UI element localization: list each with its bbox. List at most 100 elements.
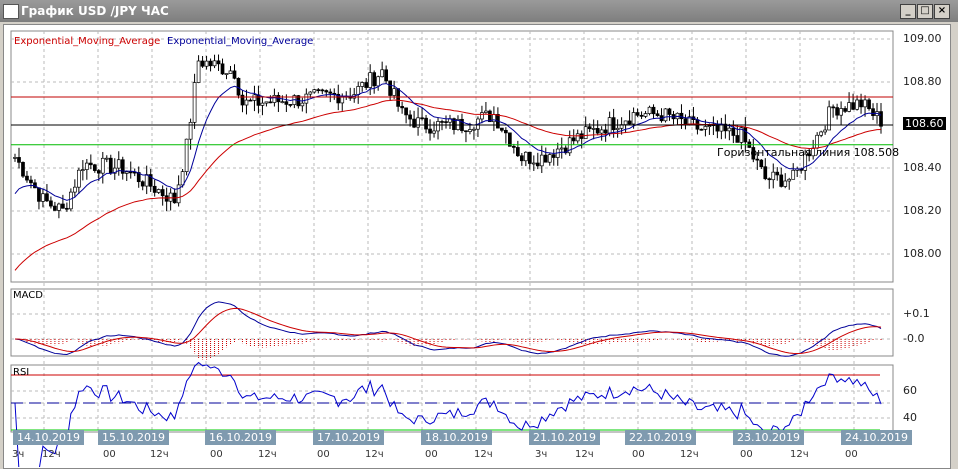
candle-body <box>268 101 273 104</box>
candle-body <box>96 170 101 174</box>
candle-body <box>771 171 776 181</box>
time-label: 00 <box>845 449 858 460</box>
price-tick: 108.20 <box>903 204 942 217</box>
candle-body <box>535 162 540 167</box>
candle-body <box>655 113 660 116</box>
candle-body <box>208 60 213 67</box>
candle-body <box>587 126 592 130</box>
candle-body <box>468 129 472 132</box>
candle-body <box>104 157 109 160</box>
candle-body <box>731 127 736 136</box>
candle-body <box>65 207 69 210</box>
candle-body <box>236 77 241 96</box>
candle-body <box>408 114 412 120</box>
candle-body <box>683 118 688 125</box>
candle-body <box>128 171 133 174</box>
candle-body <box>839 108 843 116</box>
time-label: 12ч <box>575 449 594 460</box>
price-tick: 109.00 <box>903 32 942 45</box>
candle-body <box>37 187 41 202</box>
candle-body <box>663 108 668 122</box>
candle-body <box>192 82 197 123</box>
candle-body <box>639 114 644 117</box>
candle-body <box>84 162 89 170</box>
candle-body <box>559 147 564 150</box>
candle-body <box>69 191 73 210</box>
rsi-tick: 60 <box>903 384 917 397</box>
candle-body <box>196 60 201 83</box>
candle-body <box>248 99 253 102</box>
candle-body <box>831 106 835 109</box>
candle-body <box>220 63 225 75</box>
candle-body <box>523 151 528 162</box>
date-label: 23.10.2019 <box>733 430 804 445</box>
legend-ema-blue: Exponential_Moving_Average <box>167 36 314 47</box>
candle-body <box>863 99 867 108</box>
candle-body <box>200 60 205 67</box>
candle-body <box>244 99 249 106</box>
candle-body <box>21 161 25 177</box>
candle-body <box>124 171 129 174</box>
candle-body <box>360 82 365 87</box>
candle-body <box>707 125 712 127</box>
candle-body <box>364 82 369 88</box>
time-label: 12ч <box>790 449 809 460</box>
candle-body <box>519 155 524 162</box>
candle-body <box>851 102 855 110</box>
candle-body <box>388 80 392 96</box>
candle-body <box>45 193 49 202</box>
candle-body <box>340 96 345 104</box>
candle-body <box>224 73 229 75</box>
candle-body <box>300 102 305 107</box>
time-label: 12ч <box>42 449 61 460</box>
candle-body <box>77 169 81 188</box>
time-label: 00 <box>210 449 223 460</box>
time-label: 3ч <box>12 449 25 460</box>
candle-body <box>763 166 768 180</box>
candle-body <box>623 120 628 125</box>
candle-body <box>416 117 420 128</box>
candle-body <box>88 162 93 166</box>
candle-body <box>627 120 632 125</box>
candle-body <box>140 181 145 187</box>
candle-body <box>160 189 165 197</box>
time-label: 3ч <box>535 449 548 460</box>
candle-body <box>284 101 289 105</box>
candle-body <box>472 128 476 131</box>
candle-body <box>855 99 859 110</box>
candle-body <box>384 69 388 82</box>
candle-body <box>727 127 732 132</box>
candle-body <box>615 127 620 131</box>
candle-body <box>571 137 576 142</box>
candle-body <box>547 154 552 163</box>
candle-body <box>635 112 640 116</box>
candle-body <box>320 89 325 92</box>
time-label: 00 <box>103 449 116 460</box>
candle-body <box>116 159 121 169</box>
candle-body <box>412 118 416 128</box>
candle-body <box>651 106 656 115</box>
candle-body <box>376 76 381 87</box>
candle-body <box>41 193 45 202</box>
candle-body <box>504 129 508 134</box>
chart-canvas[interactable] <box>0 0 958 467</box>
candle-body <box>17 157 21 163</box>
candle-body <box>108 157 113 174</box>
date-label: 24.10.2019 <box>841 430 912 445</box>
candle-body <box>767 178 772 181</box>
date-label: 22.10.2019 <box>625 430 696 445</box>
candle-body <box>551 154 556 158</box>
candle-body <box>392 88 396 96</box>
macd-tick: -0.0 <box>903 332 925 345</box>
candle-body <box>735 135 740 143</box>
candle-body <box>775 171 780 176</box>
candle-body <box>308 91 313 95</box>
candle-body <box>372 72 377 87</box>
candle-body <box>316 89 321 92</box>
candle-body <box>260 102 265 106</box>
candle-body <box>819 131 823 136</box>
candle-body <box>595 128 600 134</box>
candle-body <box>871 108 875 116</box>
candle-body <box>647 106 652 114</box>
candle-body <box>168 192 173 202</box>
